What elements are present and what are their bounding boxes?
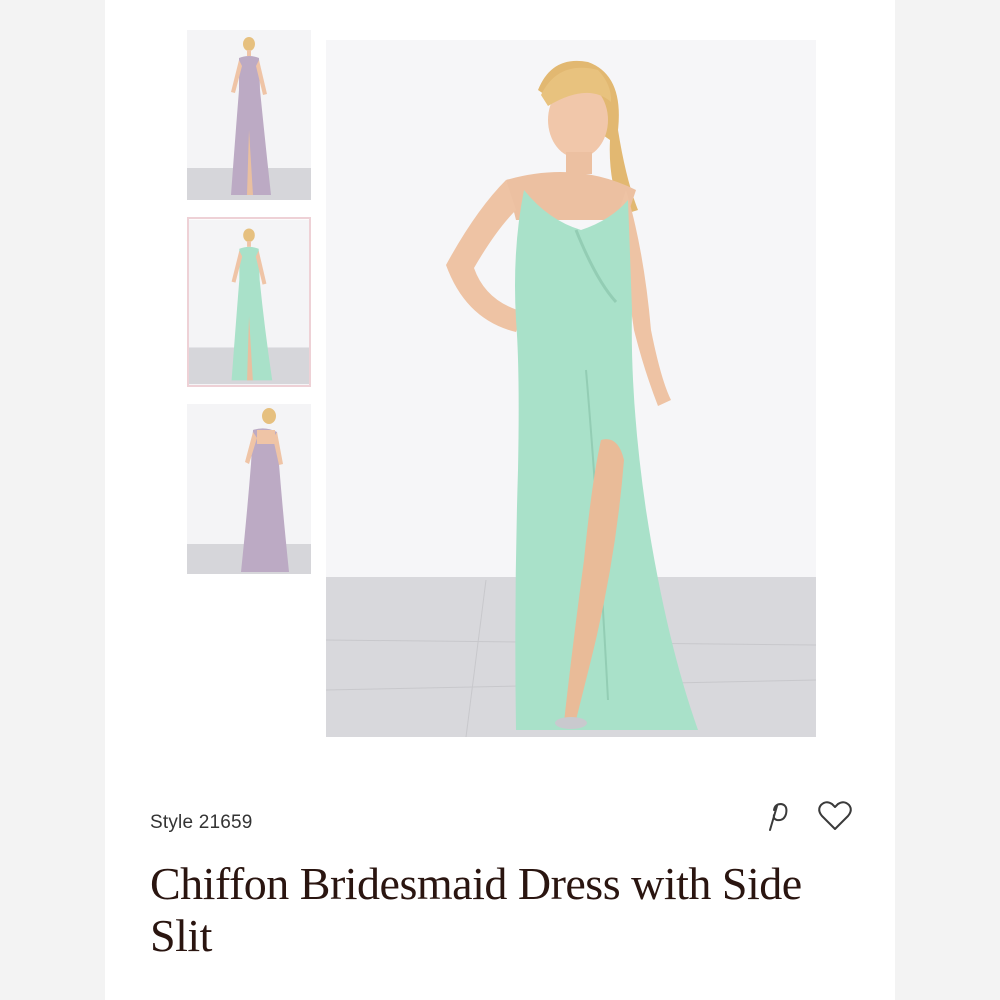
thumbnail-image [187, 404, 311, 574]
heart-icon[interactable] [815, 796, 855, 836]
main-product-image[interactable] [326, 40, 816, 737]
main-image-graphic [326, 40, 816, 737]
product-actions [755, 796, 855, 840]
pinterest-icon[interactable] [755, 796, 795, 836]
thumbnail-mint-front[interactable] [187, 217, 311, 387]
style-number: Style 21659 [150, 812, 253, 833]
product-title: Chiffon Bridesmaid Dress with Side Slit [150, 858, 802, 961]
thumbnail-lilac-back[interactable] [187, 404, 311, 574]
thumbnail-image [189, 219, 309, 385]
thumbnail-image [187, 30, 311, 200]
thumbnail-lilac-front[interactable] [187, 30, 311, 200]
product-page: Style 21659 Chiffon Bridesmaid Dress wit… [105, 0, 895, 1000]
